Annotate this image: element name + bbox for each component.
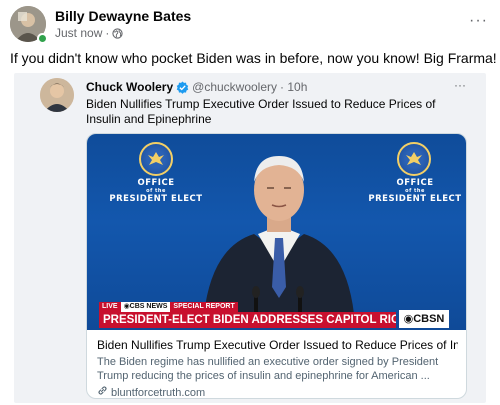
post-time[interactable]: Just now xyxy=(55,26,102,40)
live-tag: LIVE xyxy=(99,302,121,312)
seal-emblem-left xyxy=(139,142,173,176)
card-title[interactable]: Biden Nullifies Trump Executive Order Is… xyxy=(97,338,458,353)
card-body[interactable]: Biden Nullifies Trump Executive Order Is… xyxy=(87,330,466,399)
verified-badge-icon xyxy=(176,80,189,94)
meta-separator: · xyxy=(105,26,110,40)
tweet-time[interactable]: · 10h xyxy=(280,80,307,94)
card-domain[interactable]: bluntforcetruth.com xyxy=(97,385,458,399)
online-status-dot xyxy=(37,33,48,44)
post-text: If you didn't know who pocket Biden was … xyxy=(10,50,497,66)
news-tag-row: LIVE ◉CBS NEWS SPECIAL REPORT xyxy=(99,302,238,312)
link-icon xyxy=(97,385,108,398)
embedded-tweet[interactable]: Chuck Woolery @chuckwoolery · 10h ··· Bi… xyxy=(14,73,486,403)
tweet-author-avatar[interactable] xyxy=(40,78,74,112)
seal-emblem-right xyxy=(397,142,431,176)
network-tag: ◉CBS NEWS xyxy=(120,302,171,312)
card-image[interactable]: OFFICE of the PRESIDENT ELECT OFFICE of … xyxy=(87,134,466,330)
tweet-text: Biden Nullifies Trump Executive Order Is… xyxy=(86,97,436,126)
office-label-left: OFFICE of the PRESIDENT ELECT xyxy=(109,178,203,204)
card-description: The Biden regime has nullified an execut… xyxy=(97,356,439,382)
office-label-right: OFFICE of the PRESIDENT ELECT xyxy=(368,178,462,204)
card-domain-text[interactable]: bluntforcetruth.com xyxy=(111,386,205,399)
tweet-author-name[interactable]: Chuck Woolery xyxy=(86,80,173,94)
author-name[interactable]: Billy Dewayne Bates xyxy=(55,8,191,24)
tweet-header: Chuck Woolery @chuckwoolery · 10h xyxy=(86,80,307,94)
tweet-options-button[interactable]: ··· xyxy=(454,78,466,92)
news-lower-third: LIVE ◉CBS NEWS SPECIAL REPORT PRESIDENT-… xyxy=(87,302,466,330)
globe-icon[interactable] xyxy=(112,27,123,39)
special-report-tag: SPECIAL REPORT xyxy=(170,302,238,312)
cbsn-logo: ◉CBSN xyxy=(399,310,449,328)
speaker-figure xyxy=(194,142,364,314)
post-header: Billy Dewayne Bates Just now · ··· xyxy=(10,6,490,44)
link-preview-card[interactable]: OFFICE of the PRESIDENT ELECT OFFICE of … xyxy=(86,133,467,399)
news-headline: PRESIDENT-ELECT BIDEN ADDRESSES CAPITOL … xyxy=(99,312,396,328)
tweet-handle[interactable]: @chuckwoolery xyxy=(192,80,277,94)
post-options-button[interactable]: ··· xyxy=(469,12,488,30)
post-meta: Just now · xyxy=(55,26,123,40)
